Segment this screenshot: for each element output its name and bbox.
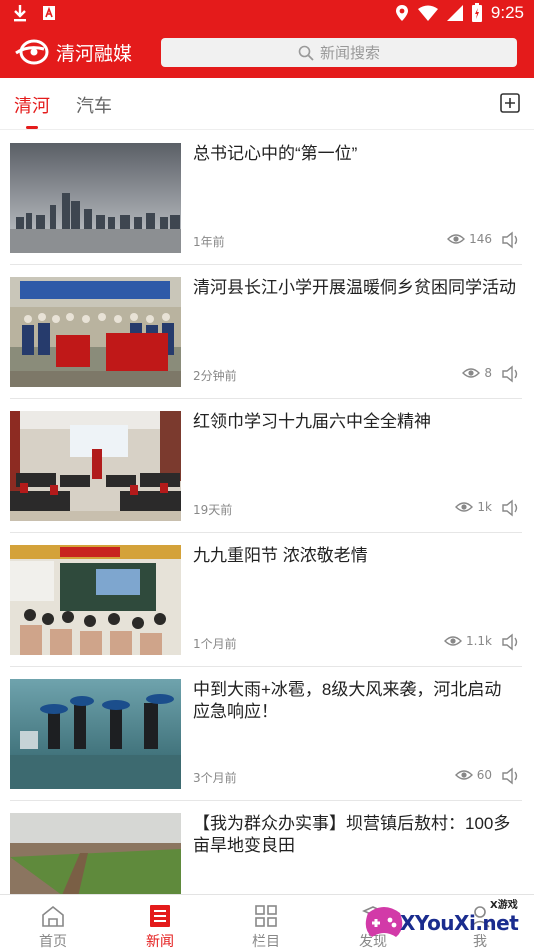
news-thumbnail <box>10 277 181 387</box>
brand[interactable]: 清河融媒 <box>14 37 132 67</box>
news-time: 19天前 <box>193 503 233 517</box>
news-time: 1年前 <box>193 235 225 249</box>
news-item[interactable]: 总书记心中的“第一位” 1年前 146 <box>0 131 534 265</box>
battery-icon <box>471 3 482 22</box>
view-count: 146 <box>447 232 492 246</box>
location-icon <box>395 5 408 21</box>
speaker-icon[interactable] <box>500 497 522 519</box>
nav-columns[interactable]: 栏目 <box>213 895 319 950</box>
speaker-icon[interactable] <box>500 363 522 385</box>
news-title: 九九重阳节 浓浓敬老情 <box>193 546 368 565</box>
grid-icon <box>255 905 277 927</box>
active-tab-indicator <box>26 126 38 129</box>
brand-name: 清河融媒 <box>56 43 133 65</box>
download-icon <box>14 5 26 22</box>
news-title: 【我为群众办实事】坝营镇后敖村：100多亩旱地变良田 <box>193 814 511 855</box>
view-count: 1.1k <box>443 634 492 648</box>
speaker-icon[interactable] <box>500 765 522 787</box>
status-time: 9:25 <box>490 3 524 22</box>
news-time: 3个月前 <box>193 771 237 785</box>
news-time: 2分钟前 <box>193 369 237 383</box>
news-item[interactable]: 【我为群众办实事】坝营镇后敖村：100多亩旱地变良田 <box>0 801 534 894</box>
brand-logo-icon <box>15 39 49 65</box>
news-item[interactable]: 清河县长江小学开展温暖侗乡贫困同学活动 2分钟前 8 <box>0 265 534 399</box>
view-count: 60 <box>454 768 492 782</box>
app-icon <box>43 6 55 20</box>
eye-icon <box>447 234 466 244</box>
view-count-value: 1k <box>477 500 492 514</box>
watermark: X游戏 XYouXi.net <box>362 893 534 950</box>
news-thumbnail <box>10 545 181 655</box>
news-feed: 总书记心中的“第一位” 1年前 146 清河县长江小学开展温暖侗乡贫困同学活动 <box>0 131 534 894</box>
wifi-icon <box>417 5 438 21</box>
news-title: 红领巾学习十九届六中全全精神 <box>193 412 431 431</box>
search-icon <box>298 45 314 61</box>
add-channel-icon[interactable] <box>500 93 520 113</box>
signal-icon <box>446 5 463 21</box>
news-item[interactable]: 中到大雨+冰雹，8级大风来袭，河北启动应急响应！ 3个月前 60 <box>0 667 534 801</box>
nav-home[interactable]: 首页 <box>0 895 106 950</box>
view-count: 1k <box>455 500 492 514</box>
news-icon <box>150 905 170 927</box>
news-time: 1个月前 <box>193 637 237 651</box>
news-title: 总书记心中的“第一位” <box>193 144 358 163</box>
eye-icon <box>455 502 474 512</box>
view-count-value: 60 <box>476 768 492 782</box>
speaker-icon[interactable] <box>500 631 522 653</box>
news-thumbnail <box>10 679 181 789</box>
watermark-text: XYouXi.net <box>400 911 519 935</box>
news-thumbnail <box>10 411 181 521</box>
watermark-sub: X游戏 <box>490 900 518 911</box>
status-bar: 9:25 <box>0 0 534 28</box>
search-input[interactable]: 新闻搜索 <box>161 38 517 67</box>
news-title: 中到大雨+冰雹，8级大风来袭，河北启动应急响应！ <box>193 680 502 721</box>
view-count: 8 <box>462 366 492 380</box>
eye-icon <box>462 368 481 378</box>
speaker-icon[interactable] <box>500 229 522 251</box>
news-title: 清河县长江小学开展温暖侗乡贫困同学活动 <box>193 278 516 297</box>
nav-label: 栏目 <box>252 934 280 950</box>
tab-qinghe[interactable]: 清河 <box>14 92 50 118</box>
search-placeholder: 新闻搜索 <box>319 44 380 62</box>
news-thumbnail <box>10 813 181 894</box>
home-icon <box>42 905 64 927</box>
view-count-value: 8 <box>484 366 492 380</box>
eye-icon <box>454 770 473 780</box>
nav-label: 新闻 <box>146 934 174 950</box>
eye-icon <box>443 636 462 646</box>
app-header: 清河融媒 新闻搜索 <box>0 28 534 78</box>
view-count-value: 1.1k <box>465 634 492 648</box>
news-thumbnail <box>10 143 181 253</box>
nav-news[interactable]: 新闻 <box>107 895 213 950</box>
view-count-value: 146 <box>469 232 492 246</box>
channel-tabs: 清河 汽车 <box>0 78 534 130</box>
news-item[interactable]: 红领巾学习十九届六中全全精神 19天前 1k <box>0 399 534 533</box>
tab-auto[interactable]: 汽车 <box>76 92 112 118</box>
news-item[interactable]: 九九重阳节 浓浓敬老情 1个月前 1.1k <box>0 533 534 667</box>
nav-label: 首页 <box>39 934 67 950</box>
